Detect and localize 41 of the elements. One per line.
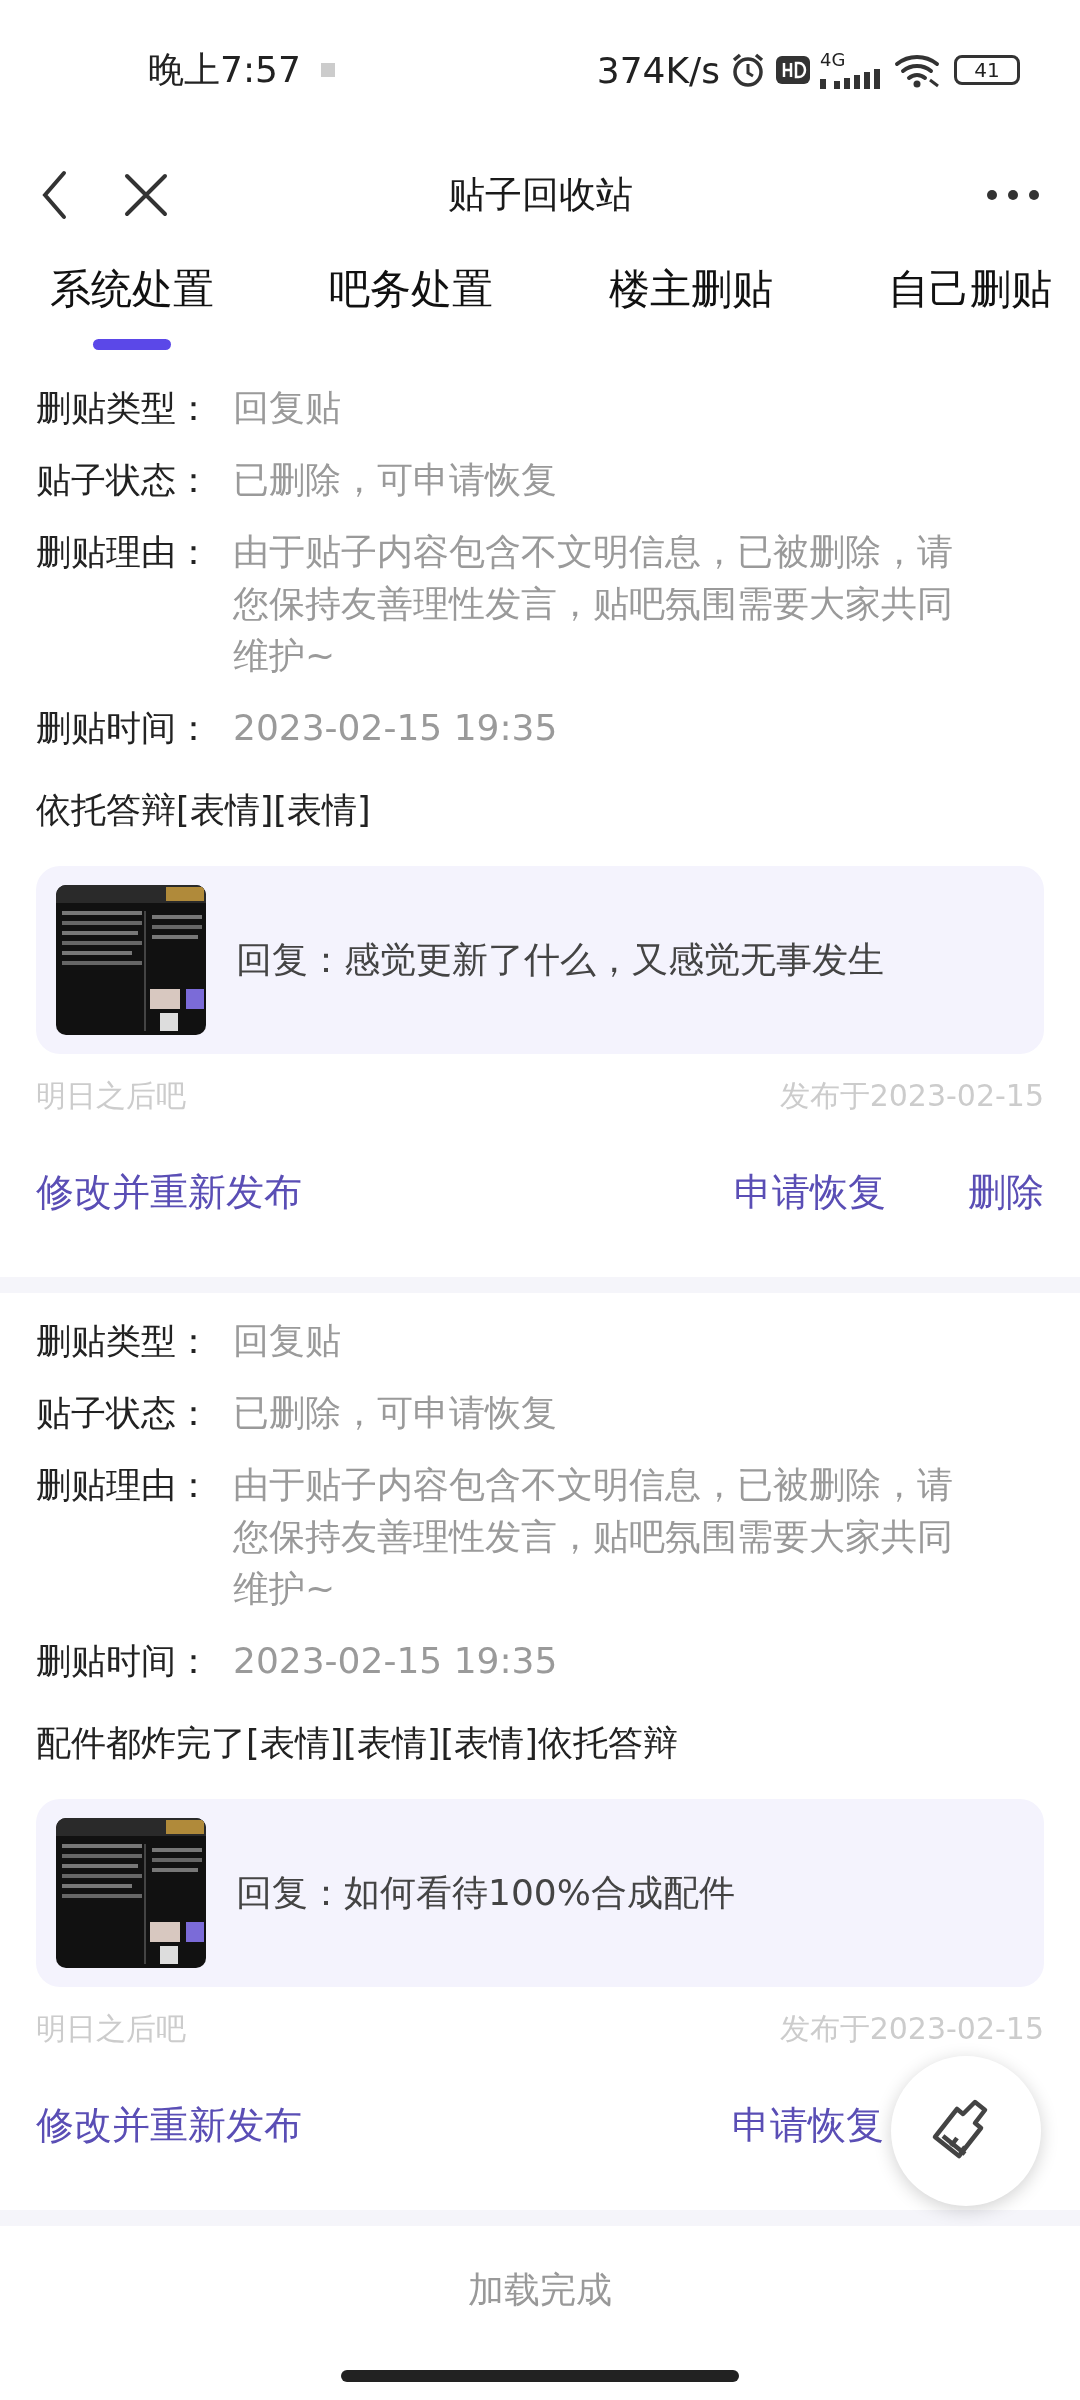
battery-indicator: 41 <box>954 55 1020 85</box>
field-value: 已删除，可申请恢复 <box>233 1391 557 1435</box>
post-content: 依托答辩[表情][表情] <box>36 789 372 832</box>
tab[interactable]: 系统处置 <box>50 250 214 350</box>
restore-button[interactable]: 申请恢复 <box>734 1166 886 1218</box>
alarm-icon <box>730 52 766 88</box>
more-icon[interactable] <box>986 189 1040 201</box>
field-label: 贴子状态： <box>36 1392 212 1435</box>
edit-republish-button[interactable]: 修改并重新发布 <box>36 2099 302 2151</box>
hd-icon <box>776 56 810 84</box>
field-value: 2023-02-15 19:35 <box>233 1639 558 1683</box>
quoted-post-card[interactable]: 回复：如何看待100%合成配件 <box>36 1799 1044 1987</box>
field-label: 删贴理由： <box>36 1464 212 1507</box>
field-label: 删贴时间： <box>36 1640 212 1683</box>
field-value: 回复贴 <box>233 1319 341 1363</box>
post-content: 配件都炸完了[表情][表情][表情]依托答辩 <box>36 1722 679 1765</box>
field-label: 删贴时间： <box>36 707 212 750</box>
quoted-post-text: 回复：感觉更新了什么，又感觉无事发生 <box>236 937 884 982</box>
field-value: 已删除，可申请恢复 <box>233 458 557 502</box>
field-value: 由于贴子内容包含不文明信息，已被删除，请您保持友善理性发言，贴吧氛围需要大家共同维护~ <box>233 1463 954 1611</box>
restore-button[interactable]: 申请恢复 <box>732 2099 884 2151</box>
field-value: 2023-02-15 19:35 <box>233 706 558 750</box>
tab[interactable]: 自己删贴 <box>888 250 1052 350</box>
field-value: 由于贴子内容包含不文明信息，已被删除，请您保持友善理性发言，贴吧氛围需要大家共同维护~ <box>233 530 954 678</box>
edit-republish-button[interactable]: 修改并重新发布 <box>36 1166 302 1218</box>
clock-time: 晚上7:57 <box>148 47 301 92</box>
network-type: 4G <box>820 51 846 69</box>
network-speed: 374K/s <box>596 49 720 91</box>
field-label: 删贴类型： <box>36 387 212 430</box>
field-label: 贴子状态： <box>36 459 212 502</box>
field-label: 删贴类型： <box>36 1320 212 1363</box>
quoted-post-card[interactable]: 回复：感觉更新了什么，又感觉无事发生 <box>36 866 1044 1054</box>
field-label: 删贴理由： <box>36 531 212 574</box>
quoted-post-text: 回复：如何看待100%合成配件 <box>236 1870 735 1915</box>
page-title: 贴子回收站 <box>447 172 633 218</box>
tab[interactable]: 吧务处置 <box>329 250 494 350</box>
tab[interactable]: 楼主删贴 <box>608 250 773 350</box>
load-complete-text: 加载完成 <box>468 2268 612 2312</box>
close-icon[interactable] <box>124 173 168 217</box>
field-value: 回复贴 <box>233 386 341 430</box>
delete-button[interactable]: 删除 <box>968 1166 1044 1218</box>
